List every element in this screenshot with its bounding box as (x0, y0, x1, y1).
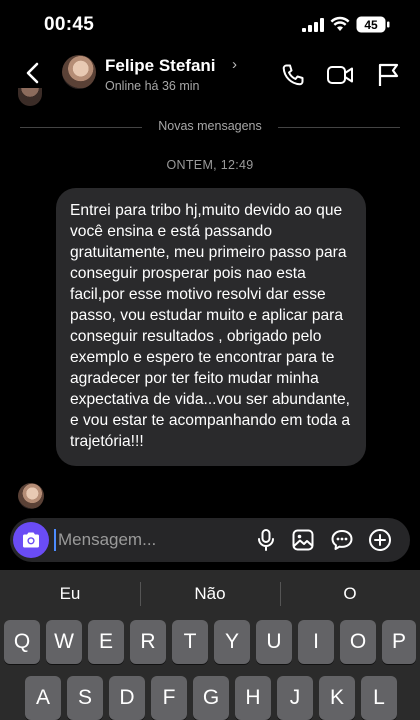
key[interactable]: F (151, 676, 187, 720)
camera-button[interactable] (13, 522, 49, 558)
key[interactable]: T (172, 620, 208, 664)
key[interactable]: K (319, 676, 355, 720)
flag-icon[interactable] (376, 62, 402, 88)
image-icon[interactable] (291, 528, 315, 552)
previous-sender-avatar (18, 88, 42, 106)
suggestion-item[interactable]: O (280, 584, 420, 604)
keyboard: Eu Não O Q W E R T Y U I O P A S D F G H… (0, 570, 420, 720)
chevron-right-icon[interactable]: › (232, 56, 237, 73)
key[interactable]: I (298, 620, 334, 664)
suggestion-bar: Eu Não O (0, 570, 420, 618)
key[interactable]: G (193, 676, 229, 720)
key[interactable]: W (46, 620, 82, 664)
message-input[interactable] (58, 518, 248, 562)
key[interactable]: U (256, 620, 292, 664)
phone-icon[interactable] (280, 62, 306, 88)
presence-status: Online há 36 min (105, 79, 200, 93)
key[interactable]: L (361, 676, 397, 720)
message-timestamp: ONTEM, 12:49 (166, 158, 254, 172)
key[interactable]: E (88, 620, 124, 664)
key[interactable]: P (382, 620, 416, 664)
sticker-icon[interactable] (330, 528, 354, 552)
message-text: Entrei para tribo hj,muito devido ao que… (70, 202, 351, 450)
plus-icon[interactable] (368, 528, 392, 552)
message-composer (10, 518, 410, 562)
contact-avatar[interactable] (62, 55, 96, 89)
key[interactable]: D (109, 676, 145, 720)
received-message-bubble[interactable]: Entrei para tribo hj,muito devido ao que… (56, 188, 366, 466)
suggestion-item[interactable]: Não (140, 584, 280, 604)
battery-icon: 45 (356, 16, 390, 33)
key[interactable]: A (25, 676, 61, 720)
sender-avatar[interactable] (18, 483, 44, 509)
key[interactable]: S (67, 676, 103, 720)
status-bar: 00:45 45 (0, 0, 420, 48)
wifi-icon (330, 16, 350, 31)
contact-name[interactable]: Felipe Stefani (105, 56, 216, 76)
chat-header: Felipe Stefani › Online há 36 min (0, 48, 420, 98)
key[interactable]: Q (4, 620, 40, 664)
back-chevron-icon[interactable] (24, 62, 40, 84)
video-camera-icon[interactable] (326, 62, 354, 88)
suggestion-item[interactable]: Eu (0, 584, 140, 604)
key[interactable]: O (340, 620, 376, 664)
key[interactable]: R (130, 620, 166, 664)
new-messages-label: Novas mensagens (158, 119, 262, 133)
key[interactable]: Y (214, 620, 250, 664)
message-thread[interactable]: Novas mensagens ONTEM, 12:49 Entrei para… (0, 88, 420, 518)
key[interactable]: J (277, 676, 313, 720)
key[interactable]: H (235, 676, 271, 720)
battery-level: 45 (364, 18, 378, 32)
text-cursor (54, 529, 56, 551)
microphone-icon[interactable] (254, 528, 278, 552)
camera-icon (23, 532, 39, 548)
cellular-signal-icon (302, 18, 324, 32)
divider-line-right (278, 127, 400, 128)
status-time: 00:45 (44, 14, 95, 35)
